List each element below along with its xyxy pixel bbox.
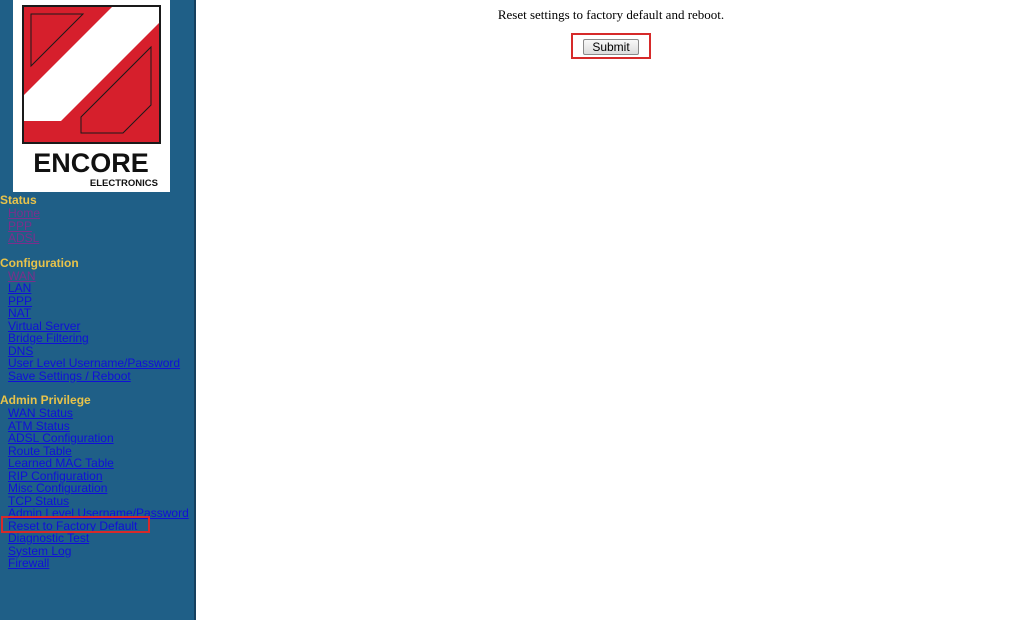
nav-section-title: Configuration	[0, 255, 79, 270]
logo-brand-text: ENCORE	[33, 148, 149, 178]
sidebar-item-diagnostic-test[interactable]: Diagnostic Test	[0, 532, 196, 545]
sidebar-item-adsl-configuration[interactable]: ADSL Configuration	[0, 432, 196, 445]
sidebar-item-firewall[interactable]: Firewall	[0, 557, 196, 570]
sidebar: ENCORE ELECTRONICS Status Home PPP ADSL Conf…	[0, 0, 196, 620]
sidebar-nav: Status Home PPP ADSL Configuration WAN LAN PPP N…	[0, 194, 196, 582]
nav-section-status: Status Home PPP ADSL	[0, 194, 196, 245]
sidebar-item-adsl[interactable]: ADSL	[0, 232, 196, 245]
encore-logo: ENCORE ELECTRONICS	[13, 0, 170, 192]
sidebar-item-admin-level-username-password[interactable]: Admin Level Username/Password	[0, 507, 196, 520]
nav-section-configuration: Configuration WAN LAN PPP NAT Virtual Server B…	[0, 255, 196, 383]
reset-message: Reset settings to factory default and re…	[497, 7, 725, 22]
sidebar-item-wan-status[interactable]: WAN Status	[0, 407, 196, 420]
sidebar-item-home[interactable]: Home	[0, 207, 196, 220]
sidebar-item-nat[interactable]: NAT	[0, 307, 196, 320]
sidebar-item-bridge-filtering[interactable]: Bridge Filtering	[0, 332, 196, 345]
sidebar-item-learned-mac-table[interactable]: Learned MAC Table	[0, 457, 196, 470]
sidebar-item-lan[interactable]: LAN	[0, 282, 196, 295]
logo-brand-subtext: ELECTRONICS	[90, 178, 158, 189]
submit-highlight: Submit	[571, 33, 651, 59]
main-content: Reset settings to factory default and re…	[198, 0, 1024, 620]
sidebar-item-save-settings-reboot[interactable]: Save Settings / Reboot	[0, 369, 196, 383]
sidebar-item-misc-configuration[interactable]: Misc Configuration	[0, 482, 196, 495]
page: ENCORE ELECTRONICS Status Home PPP ADSL Conf…	[0, 0, 1024, 620]
submit-button[interactable]: Submit	[583, 39, 639, 55]
nav-section-admin-privilege: Admin Privilege WAN Status ATM Status ADSL …	[0, 394, 196, 570]
sidebar-item-user-level-username-password[interactable]: User Level Username/Password	[0, 357, 196, 370]
